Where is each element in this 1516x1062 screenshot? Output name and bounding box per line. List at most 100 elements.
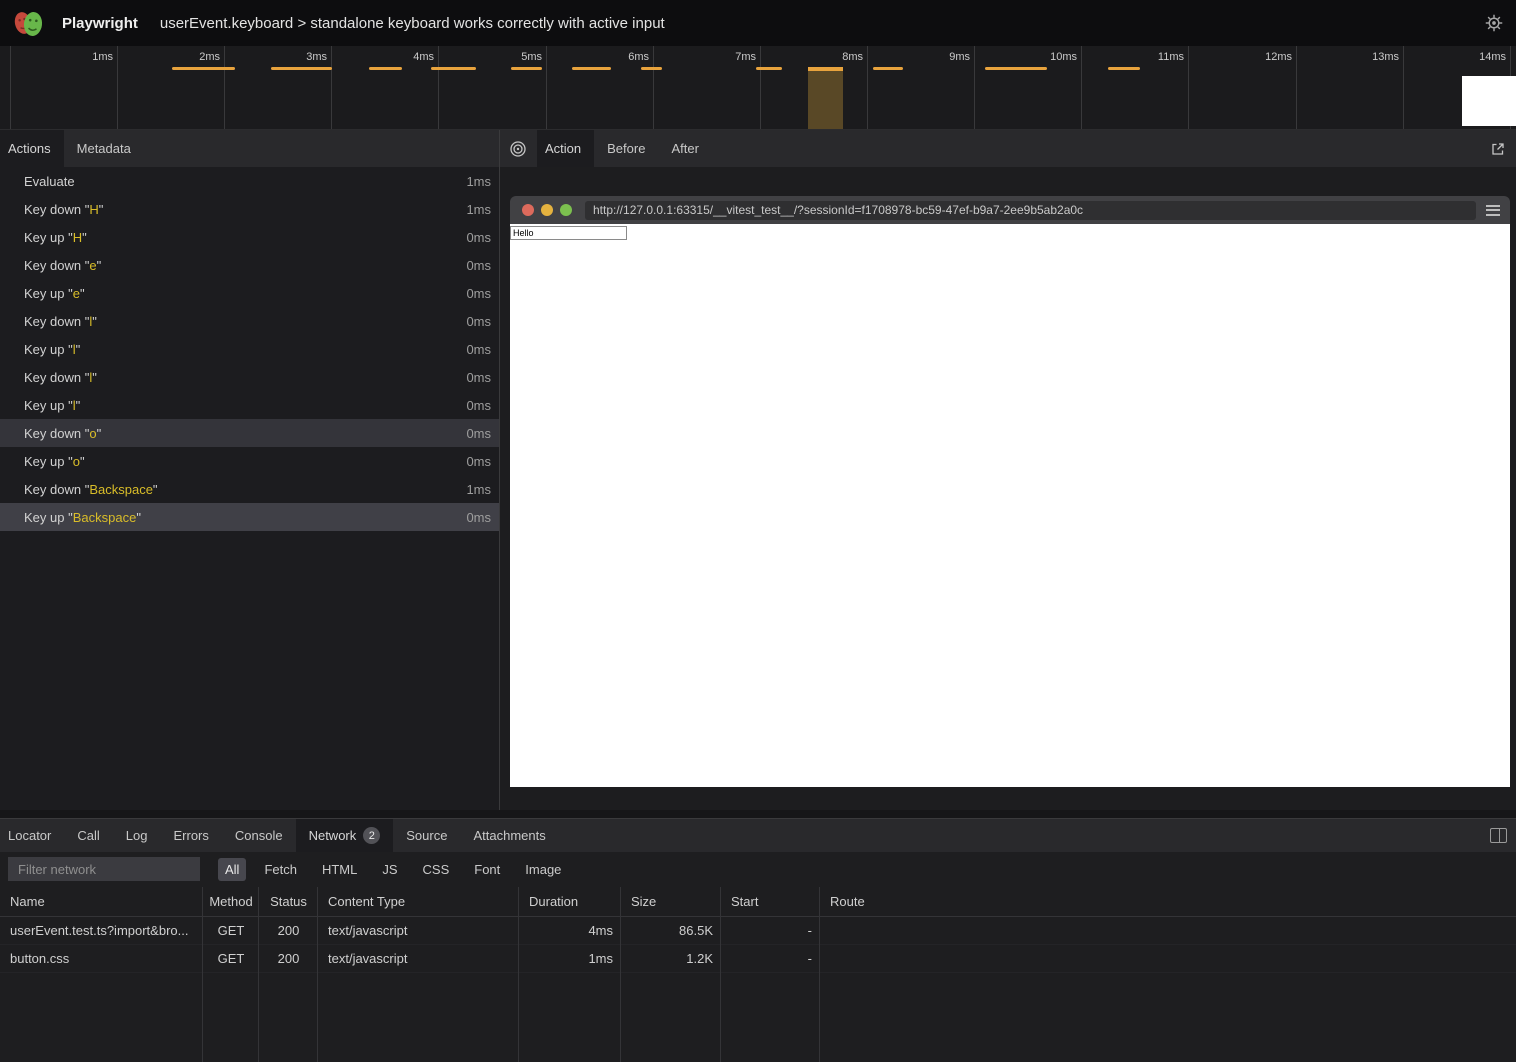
hamburger-icon	[1486, 205, 1500, 216]
filter-chip-css[interactable]: CSS	[416, 858, 457, 881]
cell: 4ms	[519, 916, 621, 944]
tab-network[interactable]: Network2	[296, 819, 394, 852]
action-title: Evaluate	[0, 174, 466, 189]
column-header-route: Route	[820, 887, 1516, 916]
snapshot-page	[510, 224, 1510, 787]
timeline-tick-label: 2ms	[162, 51, 220, 63]
column-header-content-type: Content Type	[318, 887, 519, 916]
action-duration: 0ms	[466, 342, 499, 357]
pick-locator-icon[interactable]	[509, 140, 527, 158]
network-request-row[interactable]: button.cssGET200text/javascript1ms1.2K-	[0, 944, 1516, 972]
tab-action[interactable]: Action	[537, 130, 594, 167]
timeline-screenshot-thumbnail	[1462, 76, 1516, 126]
tab-after[interactable]: After	[658, 130, 711, 167]
tab-console[interactable]: Console	[222, 819, 296, 852]
filter-network-input[interactable]	[8, 857, 200, 881]
tab-attachments[interactable]: Attachments	[460, 819, 558, 852]
action-list-item[interactable]: Key up "e"0ms	[0, 279, 499, 307]
timeline-selection	[808, 67, 843, 129]
filter-chip-font[interactable]: Font	[467, 858, 507, 881]
timeline-gridline	[1188, 46, 1189, 129]
action-key-value: l	[89, 314, 92, 329]
network-table-header: NameMethodStatusContent TypeDurationSize…	[0, 887, 1516, 916]
timeline-gridline	[438, 46, 439, 129]
action-list-item[interactable]: Key up "Backspace"0ms	[0, 503, 499, 531]
tab-log[interactable]: Log	[113, 819, 161, 852]
bottom-panel: Locator Call Log Errors ConsoleNetwork2 Sourc…	[0, 818, 1516, 1062]
tab-label: After	[671, 141, 698, 156]
timeline-tick-label: 9ms	[912, 51, 970, 63]
action-duration: 0ms	[466, 426, 499, 441]
filter-chip-html[interactable]: HTML	[315, 858, 364, 881]
tab-label: Log	[126, 828, 148, 843]
playwright-logo-icon	[13, 7, 45, 39]
timeline-action-bar	[431, 67, 476, 70]
tab-locator[interactable]: Locator	[0, 819, 64, 852]
actions-panel: ActionsMetadata Evaluate1msKey down "H"1…	[0, 130, 500, 810]
action-list-item[interactable]: Key down "Backspace"1ms	[0, 475, 499, 503]
action-key-value: l	[73, 398, 76, 413]
action-key-value: o	[89, 426, 96, 441]
timeline-tick-label: 6ms	[591, 51, 649, 63]
actions-list: Evaluate1msKey down "H"1msKey up "H"0msK…	[0, 167, 499, 531]
filter-chip-image[interactable]: Image	[518, 858, 568, 881]
action-title: Key down "e"	[0, 258, 466, 273]
cell: -	[721, 916, 820, 944]
cell: text/javascript	[318, 916, 519, 944]
cell	[820, 944, 1516, 972]
timeline[interactable]: 1ms2ms3ms4ms5ms6ms7ms8ms9ms10ms11ms12ms1…	[0, 46, 1516, 130]
cell: button.css	[0, 944, 203, 972]
tab-source[interactable]: Source	[393, 819, 460, 852]
action-list-item[interactable]: Key down "l"0ms	[0, 363, 499, 391]
tab-errors[interactable]: Errors	[160, 819, 221, 852]
action-title: Key up "e"	[0, 286, 466, 301]
column-header-duration: Duration	[519, 887, 621, 916]
action-key-value: Backspace	[89, 482, 153, 497]
action-list-item[interactable]: Key down "o"0ms	[0, 419, 499, 447]
traffic-light-green	[560, 204, 572, 216]
action-key-value: l	[89, 370, 92, 385]
filter-chip-js[interactable]: JS	[375, 858, 404, 881]
action-list-item[interactable]: Key up "o"0ms	[0, 447, 499, 475]
network-table-body: userEvent.test.ts?import&bro...GET200tex…	[0, 916, 1516, 972]
action-list-item[interactable]: Key down "H"1ms	[0, 195, 499, 223]
column-separator	[518, 887, 519, 1062]
column-header-size: Size	[621, 887, 721, 916]
action-list-item[interactable]: Key up "H"0ms	[0, 223, 499, 251]
url-bar: http://127.0.0.1:63315/__vitest_test__/?…	[585, 201, 1476, 220]
snapshot-panel: ActionBefore After http://127.0.0.1:63315…	[500, 130, 1516, 810]
cell: GET	[203, 916, 259, 944]
tab-before[interactable]: Before	[594, 130, 658, 167]
timeline-tick-label: 13ms	[1341, 51, 1399, 63]
action-list-item[interactable]: Key up "l"0ms	[0, 335, 499, 363]
cell: -	[721, 944, 820, 972]
tab-metadata[interactable]: Metadata	[64, 130, 144, 167]
split-view-icon[interactable]	[1490, 828, 1507, 843]
network-request-row[interactable]: userEvent.test.ts?import&bro...GET200tex…	[0, 916, 1516, 944]
timeline-action-bar	[1108, 67, 1140, 70]
timeline-action-bar	[641, 67, 662, 70]
tab-label: Locator	[8, 828, 51, 843]
action-key-value: l	[73, 342, 76, 357]
timeline-action-bar	[271, 67, 332, 70]
timeline-action-bar	[985, 67, 1047, 70]
action-key-value: H	[89, 202, 98, 217]
cell: GET	[203, 944, 259, 972]
filter-chip-fetch[interactable]: Fetch	[257, 858, 304, 881]
gear-icon[interactable]	[1483, 12, 1505, 34]
timeline-gridline	[10, 46, 11, 129]
tab-label: Source	[406, 828, 447, 843]
timeline-action-bar	[172, 67, 235, 70]
action-key-value: Backspace	[73, 510, 137, 525]
action-list-item[interactable]: Evaluate1ms	[0, 167, 499, 195]
open-external-icon[interactable]	[1490, 141, 1506, 157]
cell: 200	[259, 916, 318, 944]
tab-label: Errors	[173, 828, 208, 843]
tab-actions[interactable]: Actions	[0, 130, 64, 167]
tab-call[interactable]: Call	[64, 819, 112, 852]
page-text-input[interactable]	[510, 226, 627, 240]
action-list-item[interactable]: Key down "l"0ms	[0, 307, 499, 335]
action-list-item[interactable]: Key down "e"0ms	[0, 251, 499, 279]
filter-chip-all[interactable]: All	[218, 858, 246, 881]
action-list-item[interactable]: Key up "l"0ms	[0, 391, 499, 419]
